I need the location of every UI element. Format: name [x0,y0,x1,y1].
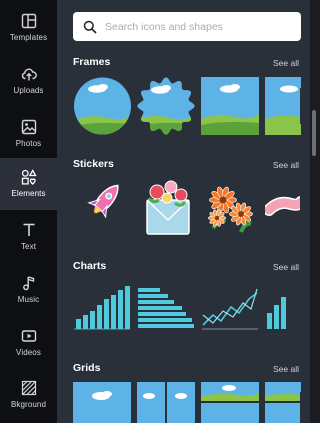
grids-row [73,382,310,423]
section-title-grids: Grids [73,362,101,374]
sidebar-item-label: Photos [15,139,42,148]
two-column-grid-tile[interactable] [137,382,195,423]
panel-scrollbar[interactable] [310,0,320,423]
floral-envelope-sticker-tile[interactable] [141,178,195,238]
music-note-icon [22,276,34,291]
sidebar-item-label: Text [20,242,37,251]
sidebar-item-label: Templates [9,33,48,42]
background-pattern-icon [21,380,36,396]
scroll-right-button[interactable] [300,392,310,423]
single-grid-tile[interactable] [73,382,131,423]
orange-flowers-sticker-tile[interactable] [203,178,259,238]
circle-frame-tile[interactable] [73,77,132,135]
sidebar-item-photos[interactable]: Photos [0,108,57,160]
square-frame-tile[interactable] [201,77,259,135]
sidebar-item-label: Music [17,295,40,304]
scroll-right-button[interactable] [300,190,310,226]
rocket-sticker-tile[interactable] [79,178,127,228]
partial-chart-tile[interactable] [265,285,301,331]
scrollbar-thumb[interactable] [312,110,316,156]
shapes-icon [21,169,37,185]
sidebar-item-label: Elements [11,189,46,198]
section-title-charts: Charts [73,260,107,272]
sidebar-item-elements[interactable]: Elements [0,158,57,210]
sidebar-item-label: Bkground [10,400,47,409]
two-row-grid-tile[interactable] [201,382,259,423]
sidebar-item-videos[interactable]: Videos [0,317,57,369]
see-all-stickers-link[interactable]: See all [273,160,299,170]
section-title-frames: Frames [73,56,111,68]
sidebar-item-label: Uploads [13,86,44,95]
worm-sticker-tile[interactable] [265,178,301,238]
text-icon [23,223,34,236]
scroll-right-button[interactable] [300,88,310,124]
templates-icon [21,13,36,29]
cloud-upload-icon [21,68,37,81]
frames-row [73,77,310,135]
sidebar-item-text[interactable]: Text [0,211,57,263]
elements-panel: Frames See all Stickers See all [57,0,310,423]
partial-grid-tile[interactable] [265,382,301,423]
horizontal-bar-chart-tile[interactable] [137,285,195,331]
sidebar-item-music[interactable]: Music [0,264,57,316]
scroll-right-button[interactable] [300,291,310,327]
charts-row [73,285,310,333]
section-title-stickers: Stickers [73,158,114,170]
partial-frame-tile[interactable] [265,77,301,135]
see-all-grids-link[interactable]: See all [273,364,299,374]
see-all-charts-link[interactable]: See all [273,262,299,272]
stickers-row [73,178,310,240]
sidebar-item-bkground[interactable]: Bkground [0,369,57,421]
scalloped-frame-tile[interactable] [136,77,196,135]
sidebar-item-label: Videos [16,348,41,357]
bar-chart-tile[interactable] [73,285,131,331]
line-chart-tile[interactable] [201,285,259,331]
see-all-frames-link[interactable]: See all [273,58,299,68]
search-box[interactable] [73,12,301,41]
image-icon [21,119,36,135]
sidebar-item-templates[interactable]: Templates [0,2,57,54]
sidebar-item-uploads[interactable]: Uploads [0,55,57,107]
search-input[interactable] [105,20,285,33]
sidebar: Templates Uploads Photos Elements Text M… [0,0,57,423]
search-icon [83,20,97,34]
video-icon [21,330,36,342]
